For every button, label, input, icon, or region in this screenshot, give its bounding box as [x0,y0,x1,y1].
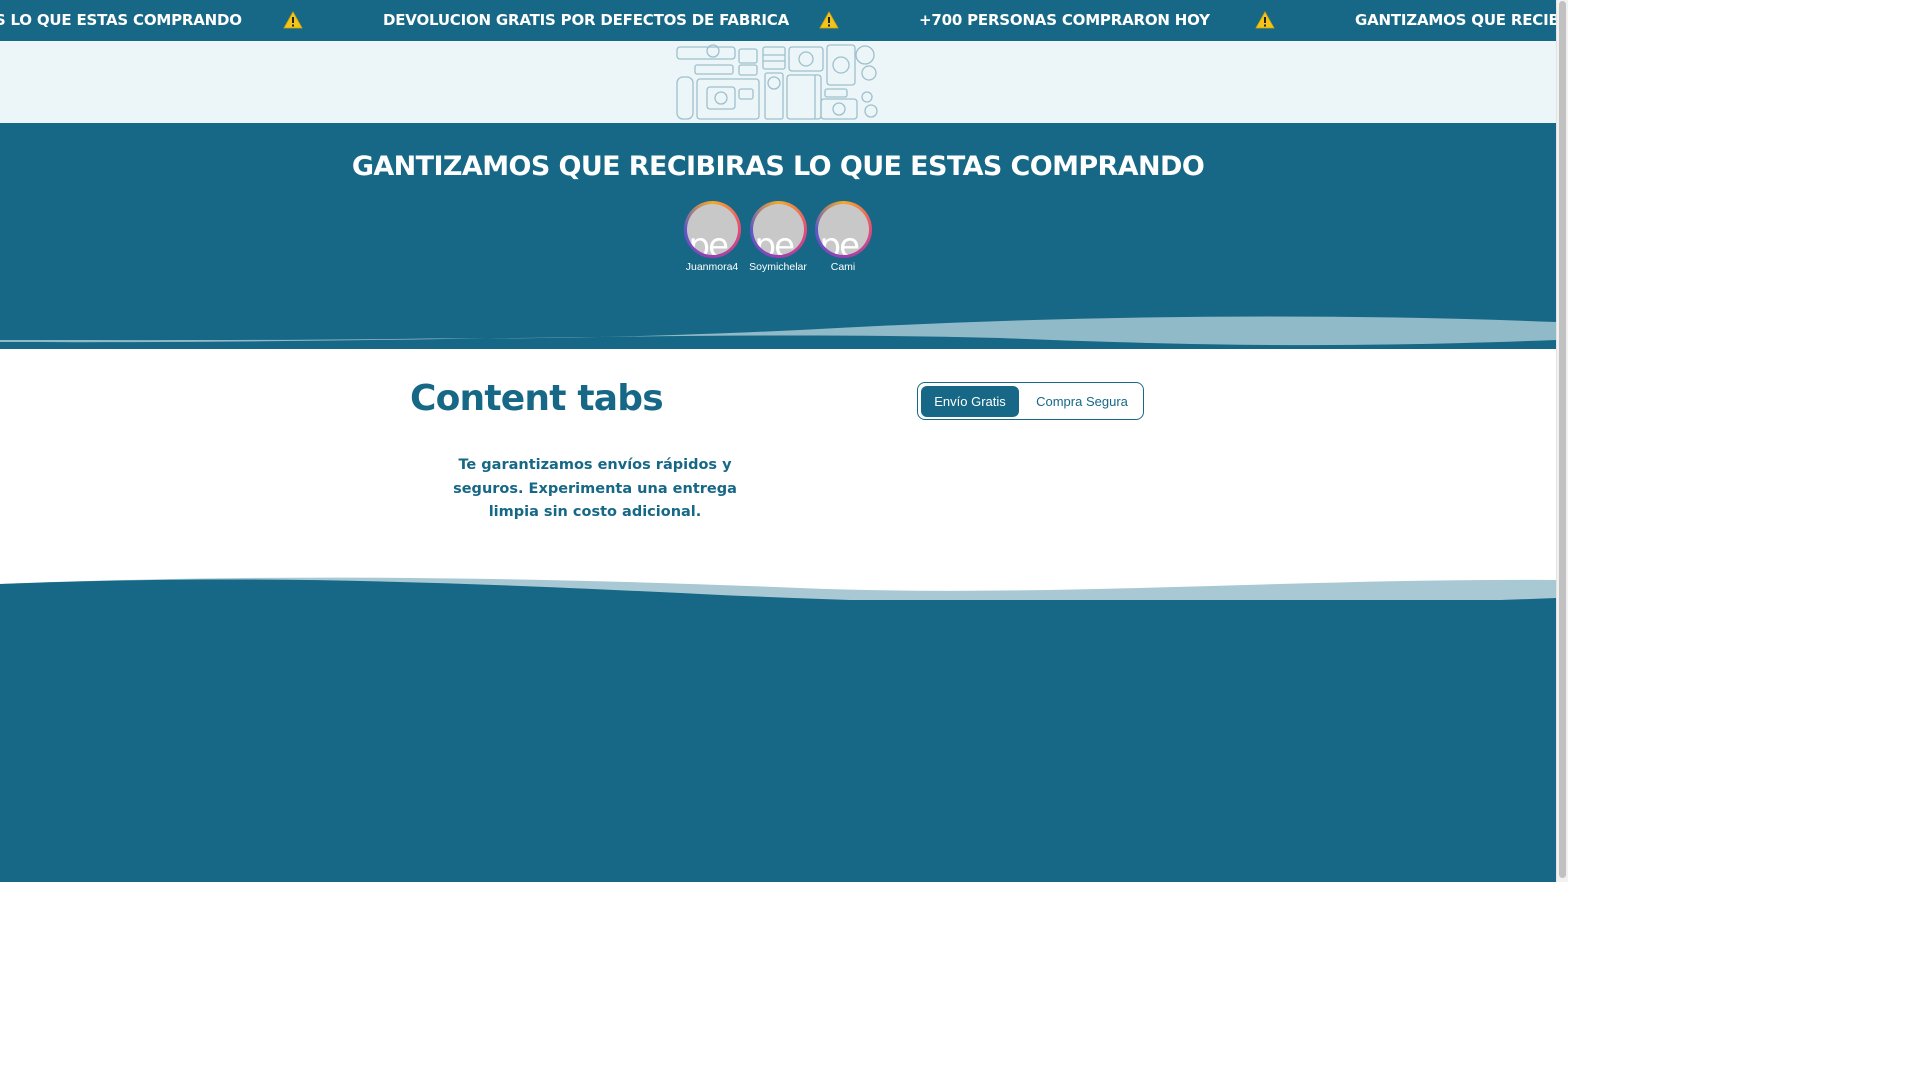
ticker-item: GANTIZAMOS QUE RECIBIRAS LO QUE ESTAS CO… [0,11,242,29]
content-tabs: Envío Gratis Compra Segura [917,382,1144,420]
tab-envio-gratis[interactable]: Envío Gratis [921,386,1019,417]
header-banner [0,41,1556,123]
wave-divider-top [0,300,1556,346]
travel-gear-illustration-icon [676,44,878,120]
warning-icon [283,11,303,29]
avatar-glyph: pe [819,226,860,255]
avatar[interactable]: pe [749,201,807,258]
avatar-image: pe [686,204,738,255]
content-title: Content tabs [410,378,664,419]
avatar-image: pe [752,204,804,255]
scrollbar-thumb[interactable] [1559,1,1566,878]
avatar-item[interactable]: pe Cami [812,201,874,273]
ticker-item: +700 PERSONAS COMPRARON HOY [919,11,1210,29]
avatar-name: Cami [830,261,856,273]
footer-section [0,600,1556,882]
avatar-glyph: pe [688,226,729,255]
announcement-ticker: GANTIZAMOS QUE RECIBIRAS LO QUE ESTAS CO… [0,0,1556,41]
avatar-name: Juanmora4 [685,261,739,273]
ticker-item: GANTIZAMOS QUE RECIBIRAS LO QUE ESTAS CO… [1355,11,1556,29]
avatar-name: Soymichelar [749,261,807,273]
avatar-image: pe [817,204,869,255]
tab-panel-text: Te garantizamos envíos rápidos y seguros… [453,457,737,520]
avatar[interactable]: pe [814,201,872,258]
tab-compra-segura[interactable]: Compra Segura [1023,386,1141,417]
avatar[interactable]: pe [683,201,741,258]
avatar-item[interactable]: pe Juanmora4 [681,201,743,273]
warning-icon [819,11,839,29]
warning-icon [1255,11,1275,29]
landing-page: GANTIZAMOS QUE RECIBIRAS LO QUE ESTAS CO… [0,0,1556,882]
ticker-item: DEVOLUCION GRATIS POR DEFECTOS DE FABRIC… [383,11,790,29]
avatar-item[interactable]: pe Soymichelar [747,201,809,273]
hero-title: GANTIZAMOS QUE RECIBIRAS LO QUE ESTAS CO… [351,151,1205,182]
vertical-scrollbar[interactable] [1556,0,1568,882]
avatar-glyph: pe [754,226,795,255]
